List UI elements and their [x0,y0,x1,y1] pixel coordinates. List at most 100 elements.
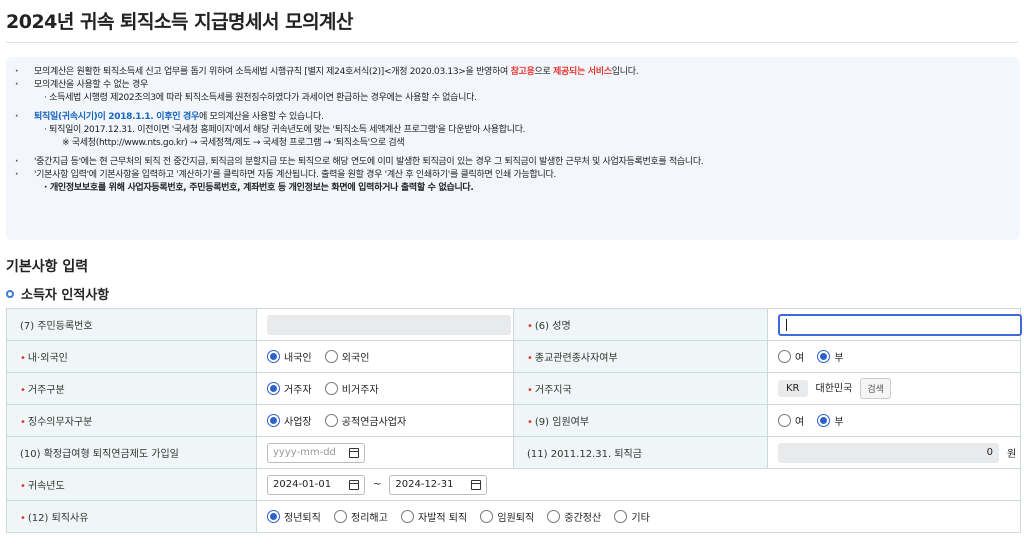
radio-executive-yes[interactable]: 여 [778,413,804,428]
radio-label: 사업장 [284,417,312,428]
radio-unchecked-icon [480,510,494,523]
nationality-cell: 내국인 외국인 [256,340,514,373]
withholder-label: 징수의무자구분 [27,417,93,428]
notice-text: 으로 [534,67,554,77]
radio-reason-voluntary[interactable]: 자발적 퇴직 [401,509,467,524]
radio-reason-layoff[interactable]: 정리해고 [334,509,388,524]
notice-line: 모의계산을 사용할 수 없는 경우 [15,79,1006,92]
notice-text: 입니다. [611,67,639,77]
radio-label: 정리해고 [351,513,388,524]
year-start-date-input[interactable]: 2024-01-01 [267,474,365,495]
notice-line: · 소득세법 시행령 제202조의3에 따라 퇴직소득세를 원천징수하였다가 과… [44,93,477,103]
radio-unchecked-icon [334,510,347,523]
religion-label: 종교관련종사자여부 [534,353,618,364]
table-row: • 거주구분 거주자 비거주자 • 거주지국 KR 대한민국 검색 [6,372,1021,405]
name-cell [767,308,1022,341]
name-label-cell: • (6) 성명 [513,308,768,341]
radio-label: 임원퇴직 [497,513,535,524]
radio-label: 자발적 퇴직 [418,513,468,524]
notice-line: 모의계산은 원활한 퇴직소득세 신고 업무를 돕기 위하여 소득세법 시행규칙 … [15,66,1006,79]
radio-checked-icon [267,350,280,363]
notice-line: · 퇴직일이 2017.12.31. 이전이면 '국세청 홈페이지'에서 해당 … [44,125,526,135]
radio-checked-icon [817,414,831,427]
notice-highlight: 참고용 [510,67,535,77]
severance-amount: 0 [986,447,993,458]
resident-no-label: (7) 주민등록번호 [6,308,257,341]
residence-region-cell: KR 대한민국 검색 [767,372,1021,405]
calendar-icon[interactable] [349,447,359,458]
notice-line: '기본사항 입력'에 기본사항을 입력하고 '계산하기'를 클릭하면 자동 계산… [15,169,1006,182]
residence-cell: 거주자 비거주자 [256,372,514,405]
withholder-label-cell: • 징수의무자구분 [6,404,257,437]
residence-label: 거주구분 [27,385,65,396]
table-row: • 징수의무자구분 사업장 공적연금사업자 • (9) 임원여부 여 부 [6,404,1021,437]
date-placeholder: yyyy-mm-dd [273,447,336,458]
range-separator: ~ [373,479,382,490]
severance-2011-label: (11) 2011.12.31. 퇴직금 [513,436,768,469]
radio-label: 여 [795,353,805,364]
notice-line: 퇴직일(귀속시기)이 2018.1.1. 이후인 경우에 모의계산을 사용할 수… [15,111,1006,124]
name-input[interactable] [778,313,1022,336]
radio-religion-no[interactable]: 부 [817,349,844,364]
religion-label-cell: • 종교관련종사자여부 [513,340,768,373]
radio-domestic[interactable]: 내국인 [267,349,312,364]
unit-label: 원 [1007,449,1017,460]
notice-text: 모의계산은 원활한 퇴직소득세 신고 업무를 돕기 위하여 소득세법 시행규칙 … [34,67,511,77]
calendar-icon[interactable] [471,479,482,490]
radio-label: 내국인 [284,353,312,364]
executive-label-cell: • (9) 임원여부 [513,404,768,437]
table-row: • 귀속년도 2024-01-01 ~2024-12-31 [6,468,1021,501]
region-search-button[interactable]: 검색 [860,378,891,399]
year-end-date-input[interactable]: 2024-12-31 [389,474,488,495]
radio-unchecked-icon [547,510,561,523]
required-mark: • [527,385,533,396]
radio-pension-provider[interactable]: 공적연금사업자 [324,413,406,428]
table-row: • 내·외국인 내국인 외국인 • 종교관련종사자여부 여 부 [6,340,1021,373]
radio-resident[interactable]: 거주자 [267,381,312,396]
required-mark: • [20,417,26,428]
radio-unchecked-icon [401,510,414,523]
attribution-year-label-cell: • 귀속년도 [6,468,257,501]
withholder-cell: 사업장 공적연금사업자 [256,404,514,437]
calendar-icon[interactable] [349,479,359,490]
radio-reason-interim[interactable]: 중간정산 [547,509,601,524]
required-mark: • [527,353,533,364]
required-mark: • [527,321,533,332]
resident-no-field [267,314,511,335]
radio-label: 부 [834,353,844,364]
text-caret [786,318,787,331]
radio-unchecked-icon [324,414,338,427]
radio-workplace[interactable]: 사업장 [267,413,312,428]
radio-foreign[interactable]: 외국인 [324,349,370,364]
page-title: 2024년 귀속 퇴직소득 지급명세서 모의계산 [6,11,354,33]
radio-checked-icon [267,510,280,523]
radio-executive-no[interactable]: 부 [817,413,844,428]
radio-reason-executive[interactable]: 임원퇴직 [480,509,534,524]
pension-join-label: (10) 확정급여형 퇴직연금제도 가입일 [6,436,257,469]
reason-label-cell: • (12) 퇴직사유 [6,500,257,533]
radio-reason-retirement-age[interactable]: 정년퇴직 [267,509,321,524]
radio-reason-other[interactable]: 기타 [614,509,650,524]
radio-nonresident[interactable]: 비거주자 [324,381,379,396]
required-mark: • [20,513,26,524]
radio-label: 여 [795,417,805,428]
region-name: 대한민국 [815,383,853,395]
section-title: 기본사항 입력 [6,259,89,275]
date-value: 2024-01-01 [273,479,332,490]
residence-label-cell: • 거주구분 [6,372,257,405]
radio-label: 거주자 [284,385,312,396]
radio-label: 외국인 [341,353,370,364]
radio-religion-yes[interactable]: 여 [778,349,804,364]
radio-checked-icon [817,350,831,363]
severance-amount-field: 0 [778,442,999,463]
reason-label: (12) 퇴직사유 [27,513,89,524]
table-row: (7) 주민등록번호 • (6) 성명 [6,308,1022,341]
notice-highlight: 제공되는 서비스 [553,67,612,77]
radio-label: 부 [834,417,844,428]
radio-unchecked-icon [778,414,791,427]
radio-label: 중간정산 [564,513,602,524]
notice-box: 모의계산은 원활한 퇴직소득세 신고 업무를 돕기 위하여 소득세법 시행규칙 … [6,57,1020,240]
pension-join-date-input[interactable]: yyyy-mm-dd [267,442,365,463]
radio-unchecked-icon [614,510,628,523]
nationality-label: 내·외국인 [27,353,68,364]
